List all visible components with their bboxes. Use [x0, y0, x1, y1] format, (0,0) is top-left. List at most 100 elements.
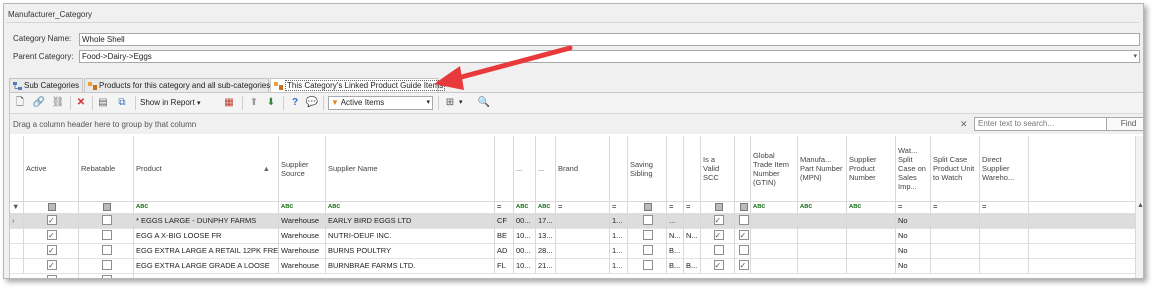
column-header-supplier-product-number[interactable]: Supplier Product Number: [847, 136, 896, 201]
chevron-down-icon[interactable]: ▾: [459, 98, 463, 106]
split-case-product-cell[interactable]: [931, 213, 980, 228]
table-row[interactable]: EGG A X-BIG LOOSE FR Warehouse NUTRI-OEU…: [10, 228, 1135, 244]
valid-scc-checkbox[interactable]: [701, 228, 735, 243]
search-input[interactable]: Enter text to search...: [974, 117, 1108, 131]
direct-supplier-warehouse-cell[interactable]: [980, 243, 1029, 258]
filter-cell-watch-split-case[interactable]: =: [896, 202, 931, 213]
cell-c6[interactable]: AD: [495, 243, 514, 258]
valid-scc-checkbox[interactable]: [701, 243, 735, 258]
supplier-name-cell[interactable]: BURNS POULTRY: [326, 243, 495, 258]
direct-supplier-warehouse-cell[interactable]: [980, 213, 1029, 228]
supplier-source-cell[interactable]: Warehouse: [279, 228, 326, 243]
active-checkbox[interactable]: [24, 273, 79, 278]
active-checkbox[interactable]: [24, 258, 79, 273]
mpn-cell[interactable]: [798, 243, 847, 258]
vertical-scrollbar[interactable]: ▲: [1135, 136, 1143, 278]
c13-checkbox[interactable]: [735, 228, 751, 243]
saving-sibling-checkbox[interactable]: [628, 228, 667, 243]
filter-cell-c6[interactable]: =: [495, 202, 514, 213]
column-header-c11[interactable]: [667, 136, 684, 201]
comment-icon[interactable]: 💬: [305, 96, 319, 110]
cell-c11b[interactable]: [684, 213, 701, 228]
help-icon[interactable]: ?: [288, 96, 302, 110]
c13-checkbox[interactable]: [735, 258, 751, 273]
tab-sub-categories[interactable]: Sub Categories: [9, 78, 83, 92]
tab-products-all-subcategories[interactable]: Products for this category and all sub-c…: [84, 78, 270, 92]
cell-c8[interactable]: 17...: [536, 213, 556, 228]
active-checkbox[interactable]: [24, 213, 79, 228]
gtin-cell[interactable]: [751, 228, 798, 243]
table-row[interactable]: › * EGGS LARGE - DUNPHY FARMS Warehouse …: [10, 213, 1135, 229]
show-in-report-button[interactable]: Show in Report ▾: [140, 96, 200, 110]
valid-scc-checkbox[interactable]: [701, 213, 735, 228]
cell-c10[interactable]: 1...: [610, 258, 628, 273]
column-header-valid-scc[interactable]: Is a Valid SCC: [701, 136, 735, 201]
filter-cell-c13[interactable]: [735, 202, 751, 213]
column-header-product[interactable]: Product ▲: [134, 136, 279, 201]
saving-sibling-checkbox[interactable]: [628, 243, 667, 258]
column-header-watch-split-case[interactable]: Wat... Split Case on Sales Imp...: [896, 136, 931, 201]
split-case-product-cell[interactable]: [931, 258, 980, 273]
supplier-product-number-cell[interactable]: [847, 243, 896, 258]
cell-c11b[interactable]: B...: [684, 258, 701, 273]
watch-split-case-cell[interactable]: No: [896, 243, 931, 258]
column-chooser-icon[interactable]: ⊞: [443, 96, 457, 110]
product-cell[interactable]: EGG EXTRA LARGE GRADE A LOOSE: [134, 258, 279, 273]
saving-sibling-checkbox[interactable]: [628, 258, 667, 273]
cell-c10[interactable]: 1...: [610, 213, 628, 228]
filter-cell-supplier-product-number[interactable]: ᴀʙc: [847, 202, 896, 213]
mpn-cell[interactable]: [798, 228, 847, 243]
supplier-product-number-cell[interactable]: [847, 258, 896, 273]
watch-split-case-cell[interactable]: No: [896, 258, 931, 273]
watch-split-case-cell[interactable]: No: [896, 213, 931, 228]
column-header-supplier-source[interactable]: Supplier Source: [279, 136, 326, 201]
cell-c6[interactable]: CF: [495, 213, 514, 228]
cell-c11b[interactable]: N...: [684, 228, 701, 243]
column-header-saving-sibling[interactable]: Saving Sibling: [628, 136, 667, 201]
c13-checkbox[interactable]: [735, 213, 751, 228]
filter-cell-mpn[interactable]: ᴀʙc: [798, 202, 847, 213]
rebatable-checkbox[interactable]: [79, 258, 134, 273]
cell-c10[interactable]: 1...: [610, 228, 628, 243]
column-header-supplier-name[interactable]: Supplier Name: [326, 136, 495, 201]
filter-cell-c7[interactable]: ᴀʙc: [514, 202, 536, 213]
column-header-c11b[interactable]: [684, 136, 701, 201]
filter-cell-supplier-source[interactable]: ᴀʙc: [279, 202, 326, 213]
supplier-product-number-cell[interactable]: [847, 228, 896, 243]
column-header-gtin[interactable]: Global Trade Item Number (GTIN): [751, 136, 798, 201]
supplier-product-number-cell[interactable]: [847, 213, 896, 228]
cell-c7[interactable]: 10...: [514, 228, 536, 243]
filter-cell-supplier-name[interactable]: ᴀʙc: [326, 202, 495, 213]
cell-c8[interactable]: 13...: [536, 228, 556, 243]
gtin-cell[interactable]: [751, 258, 798, 273]
filter-cell-active[interactable]: [24, 202, 79, 213]
mpn-cell[interactable]: [798, 213, 847, 228]
table-row[interactable]: EGG EXTRA LARGE GRADE A LOOSE Warehouse …: [10, 258, 1135, 274]
filter-cell-c11[interactable]: =: [667, 202, 684, 213]
column-header-rebatable[interactable]: Rebatable: [79, 136, 134, 201]
delete-icon[interactable]: ✕: [74, 96, 88, 110]
filter-cell-split-case-product[interactable]: =: [931, 202, 980, 213]
brand-cell[interactable]: [556, 228, 610, 243]
supplier-name-cell[interactable]: NUTRI-OEUF INC.: [326, 228, 495, 243]
gtin-cell[interactable]: [751, 243, 798, 258]
export-icon[interactable]: ⧉: [115, 96, 129, 110]
supplier-name-cell[interactable]: BURNBRAE FARMS LTD.: [326, 258, 495, 273]
filter-cell-rebatable[interactable]: [79, 202, 134, 213]
unlink-icon[interactable]: ⛓: [51, 96, 65, 110]
cell-c11[interactable]: B...: [667, 243, 684, 258]
cell-c7[interactable]: 10...: [514, 258, 536, 273]
column-header-split-case-product[interactable]: Split Case Product Unit to Watch: [931, 136, 980, 201]
table-view-icon[interactable]: ▤: [96, 96, 110, 110]
scroll-up-icon[interactable]: ▲: [1137, 202, 1143, 209]
filter-cell-brand[interactable]: =: [556, 202, 610, 213]
cell-c10[interactable]: 1...: [610, 243, 628, 258]
supplier-source-cell[interactable]: Warehouse: [279, 213, 326, 228]
valid-scc-checkbox[interactable]: [701, 258, 735, 273]
column-header-c10[interactable]: [610, 136, 628, 201]
rebatable-checkbox[interactable]: [79, 228, 134, 243]
filter-cell-c10[interactable]: =: [610, 202, 628, 213]
find-button[interactable]: Find: [1106, 117, 1143, 131]
saving-sibling-checkbox[interactable]: [628, 213, 667, 228]
parent-category-dropdown[interactable]: Food->Dairy->Eggs ▾: [79, 50, 1140, 63]
